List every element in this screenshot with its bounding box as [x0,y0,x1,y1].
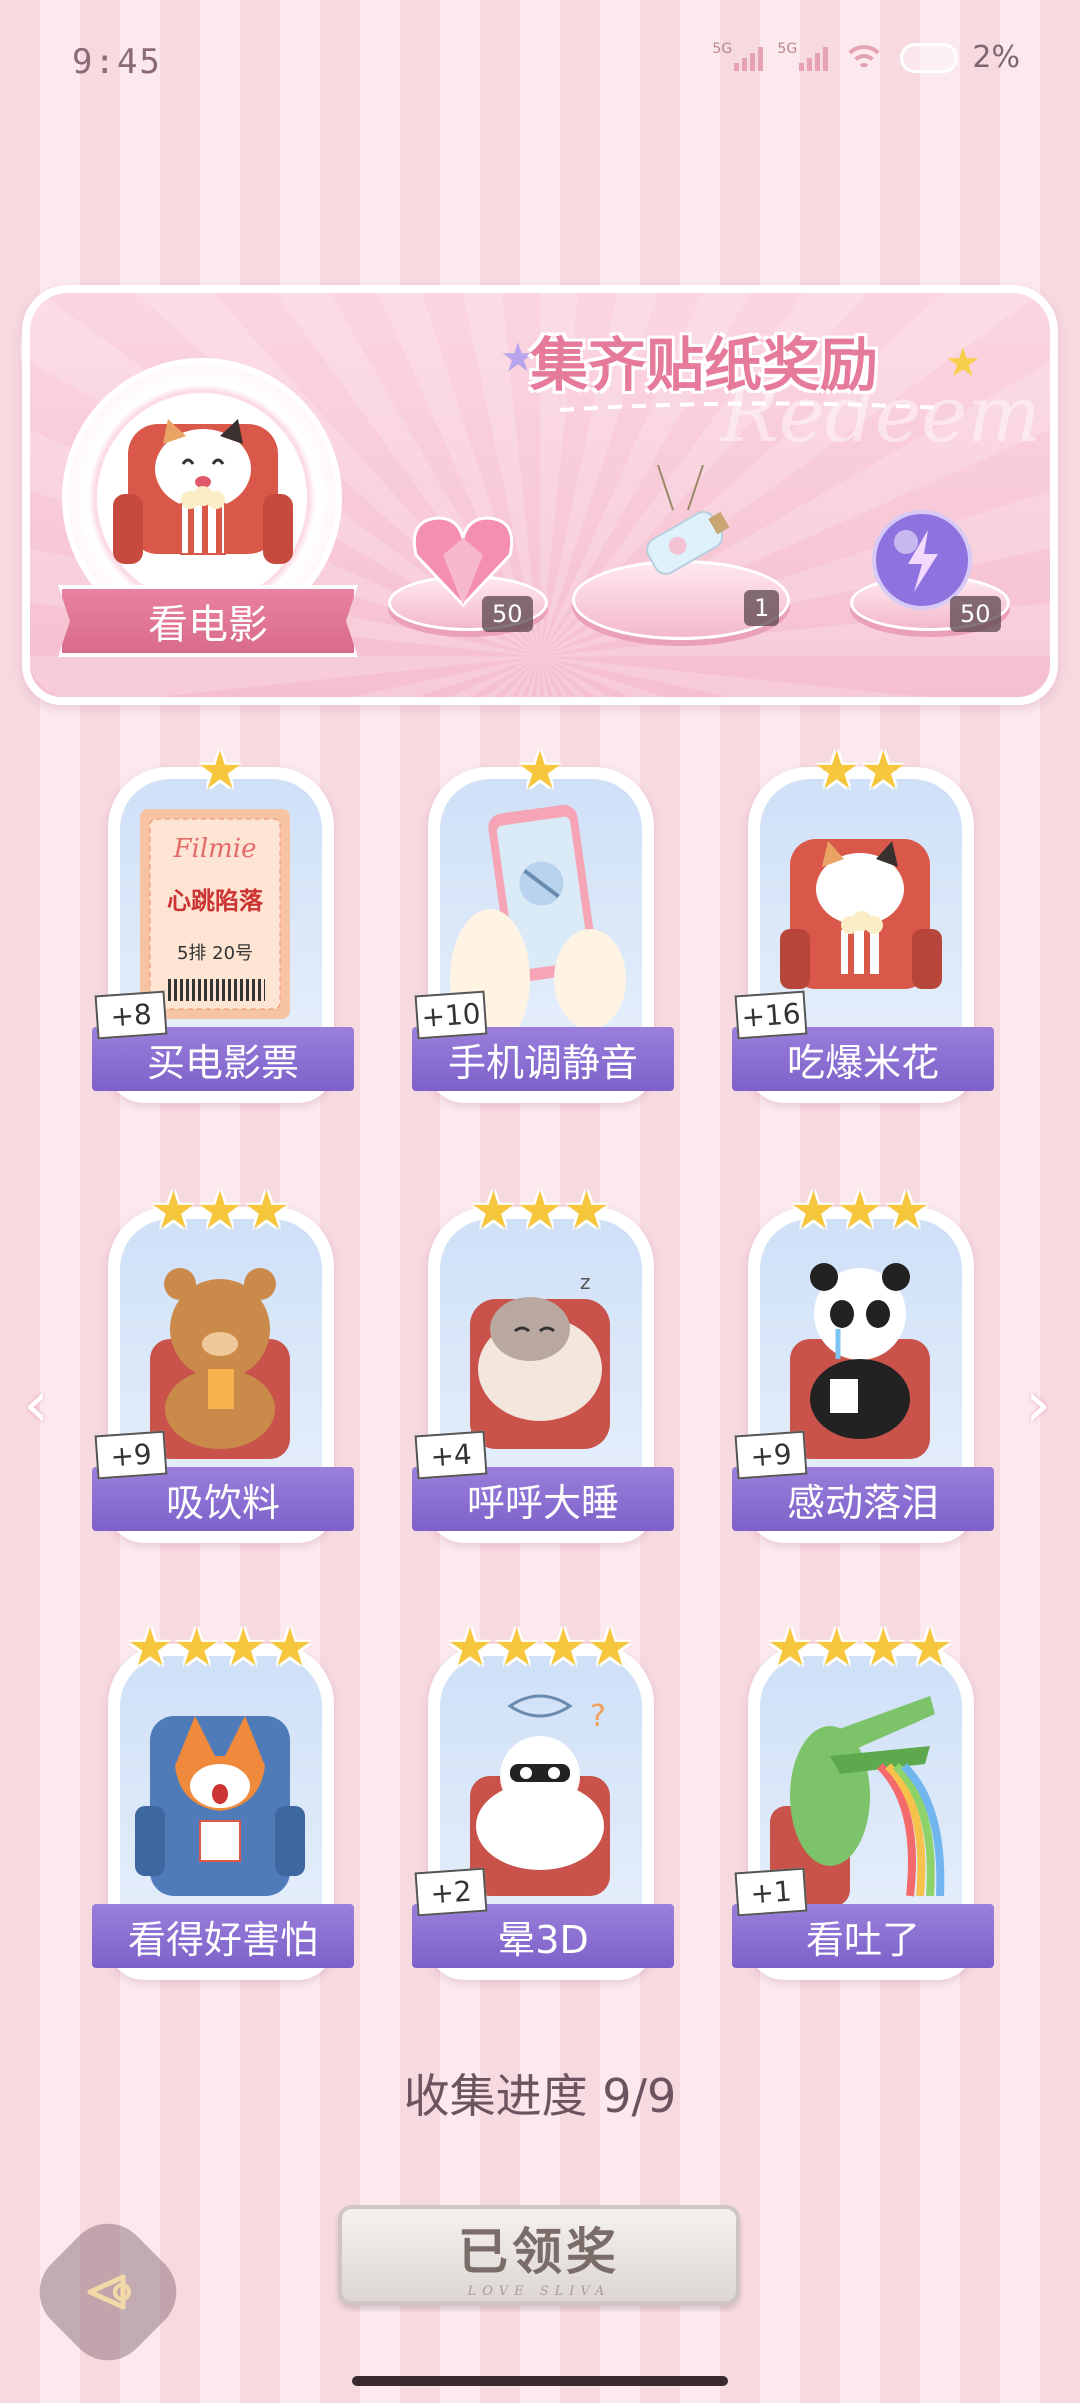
claimed-button-label: 已领奖 [458,2222,620,2281]
reward-count: 1 [744,590,780,626]
star-rating: ★★★★ [766,1618,954,1678]
sticker-card[interactable]: Filmie 心跳陷落 5排 20号 ★ 买电影票 +8 [92,741,354,1105]
sticker-card[interactable]: ★ 手机调静音 +10 [412,741,674,1105]
star-icon: ★ [945,340,981,386]
points-tag: +10 [414,990,488,1040]
star-rating: ★ [516,741,564,801]
star-rating: ★★★ [470,1181,610,1241]
ticket-title: 心跳陷落 [167,887,264,915]
signal-icon: 5G [777,41,829,71]
svg-text:?: ? [590,1699,606,1734]
sticker-artwork [120,1656,322,1936]
sticker-card[interactable]: ? ★★★★ 晕3D +2 [412,1618,674,1982]
sticker-card[interactable]: ★★★ 吸饮料 +9 [92,1181,354,1545]
star-rating: ★★★★ [446,1618,634,1678]
status-time: 9:45 [72,42,162,82]
bottle-icon[interactable] [628,465,738,595]
signal-icon: 5G [712,41,764,71]
ticket-seat: 5排 20号 [177,943,253,964]
heart-gem-icon[interactable] [408,510,518,610]
claimed-button[interactable]: 已领奖 LOVE SLIVA [338,2205,740,2305]
signal-label: 5G [712,40,733,57]
sticker-card[interactable]: ★★★★ 看得好害怕 [92,1618,354,1982]
battery-level: 2% [972,40,1020,75]
dashed-divider [560,401,940,412]
scared-fox-icon [135,1716,305,1896]
sticker-label: 看得好害怕 [92,1904,354,1968]
status-icons: 5G 5G 2% [712,40,1020,75]
points-tag: +9 [734,1430,808,1480]
claimed-button-subtext: LOVE SLIVA [467,2283,611,2299]
reward-count: 50 [482,596,533,632]
reward-count: 50 [950,596,1001,632]
back-arrow-icon [87,2274,131,2310]
star-rating: ★★★★ [126,1618,314,1678]
sticker-card[interactable]: ★★ 吃爆米花 +16 [732,741,994,1105]
home-indicator[interactable] [352,2376,728,2386]
svg-text:z: z [580,1270,591,1294]
prev-page-arrow[interactable]: ‹ [16,1365,56,1445]
star-rating: ★★ [813,741,907,801]
signal-label: 5G [777,40,798,57]
ticket-brand: Filmie [172,834,256,864]
collection-progress: 收集进度 9/9 [403,2069,677,2123]
points-tag: +4 [414,1430,488,1480]
back-button[interactable] [23,2207,193,2377]
points-tag: +16 [734,990,808,1040]
next-page-arrow[interactable]: › [1018,1365,1058,1445]
star-rating: ★★★ [790,1181,930,1241]
sticker-card[interactable]: ★★★★ 看吐了 +1 [732,1618,994,1982]
points-tag: +2 [414,1867,488,1917]
points-tag: +8 [94,990,168,1040]
points-tag: +1 [734,1867,808,1917]
sticker-card[interactable]: z ★★★ 呼呼大睡 +4 [412,1181,674,1545]
wifi-icon [842,43,887,73]
status-bar: 9:45 5G 5G 2% [0,0,1080,130]
points-tag: +9 [94,1430,168,1480]
star-rating: ★★★ [150,1181,290,1241]
weather-icon [900,42,959,73]
category-label: 看电影 [58,585,358,657]
reward-title: 集齐贴纸奖励 [530,331,879,399]
star-rating: ★ [196,741,244,801]
sticker-card[interactable]: ★★★ 感动落泪 +9 [732,1181,994,1545]
